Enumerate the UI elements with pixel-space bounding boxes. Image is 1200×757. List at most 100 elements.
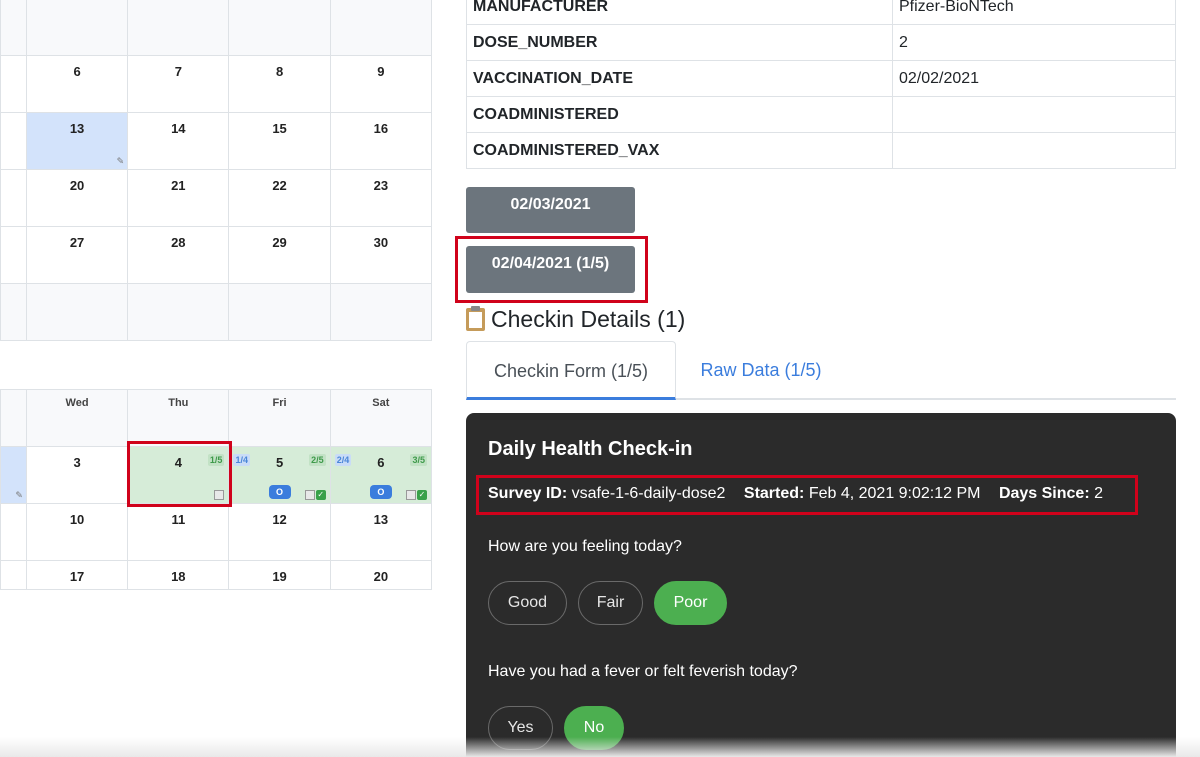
table-row: MANUFACTURER Pfizer-BioNTech [466, 0, 1176, 25]
day-number: 20 [69, 178, 85, 193]
tab-raw-data[interactable]: Raw Data (1/5) [676, 341, 846, 400]
day-number: 23 [373, 178, 389, 193]
weekday-label: Wed [65, 397, 89, 409]
started-label: Started: [743, 485, 805, 502]
event-pill[interactable]: O [369, 485, 392, 499]
day-number: 7 [174, 64, 182, 79]
weekday-label: Sat [372, 397, 390, 409]
calendar-day-cell[interactable] [127, 283, 230, 341]
checkin-count-badge: 3/5 [410, 454, 427, 466]
calendar-day-cell[interactable]: 11 [127, 503, 230, 561]
field-key: MANUFACTURER [466, 0, 893, 25]
calendar-day-cell[interactable]: 30 [329, 226, 433, 284]
notepad-icon [214, 490, 225, 500]
calendar-month-bottom: Wed Thu Fri Sat ✎ 3 4 1/5 1/4 5 2/5 O ✓ … [0, 389, 433, 590]
calendar-day-cell[interactable]: 22 [228, 169, 331, 227]
calendar-day-cell[interactable]: 7 [127, 55, 230, 113]
weekday-label: Fri [272, 397, 287, 409]
calendar-day-cell[interactable]: 21 [127, 169, 230, 227]
day-number: 12 [272, 512, 287, 527]
calendar-day-cell-selected[interactable]: 4 1/5 [127, 446, 230, 504]
question-feeling: How are you feeling today? [488, 538, 682, 555]
calendar-day-cell[interactable]: 19 [228, 560, 331, 590]
calendar-day-cell[interactable]: 3 [25, 446, 129, 504]
calendar-day-cell[interactable] [25, 283, 129, 341]
event-pill[interactable]: O [268, 485, 291, 499]
calendar-day-cell[interactable]: 20 [25, 169, 129, 227]
checkin-details-title: Checkin Details (1) [491, 306, 686, 332]
checkin-form-panel: Daily Health Check-in Survey ID: vsafe-1… [466, 413, 1176, 757]
survey-id-label: Survey ID: [488, 485, 568, 502]
day-icons: ✓ [304, 490, 326, 500]
form-title: Daily Health Check-in [488, 438, 693, 460]
option-good[interactable]: Good [488, 581, 567, 625]
calendar-day-cell[interactable] [329, 283, 433, 341]
calendar-day-cell[interactable] [228, 0, 331, 56]
date-button-active[interactable]: 02/04/2021 (1/5) [466, 246, 635, 293]
calendar-day-cell[interactable]: 17 [25, 560, 129, 590]
question-fever: Have you had a fever or felt feverish to… [488, 663, 798, 680]
calendar-day-cell[interactable]: 15 [228, 112, 331, 170]
calendar-week-row: 10 11 12 13 [0, 503, 433, 561]
calendar-week-row [0, 0, 433, 56]
calendar-day-cell[interactable]: 6 [25, 55, 129, 113]
day-icons [214, 490, 225, 500]
checkin-details-heading: Checkin Details (1) [466, 306, 685, 333]
option-poor-selected[interactable]: Poor [654, 581, 727, 625]
calendar-day-cell[interactable]: 2/4 6 3/5 O ✓ [329, 446, 433, 504]
days-since-label: Days Since: [998, 485, 1090, 502]
day-number: 9 [377, 64, 385, 79]
notepad-icon [406, 490, 416, 500]
field-value: Pfizer-BioNTech [892, 0, 1176, 25]
day-number: 6 [73, 64, 81, 79]
checkin-count-badge: 1/5 [207, 454, 225, 466]
pencil-icon: ✎ [15, 490, 23, 500]
calendar-day-cell[interactable]: 14 [127, 112, 230, 170]
option-fair[interactable]: Fair [578, 581, 643, 625]
calendar-week-row: 13 ✎ 14 15 16 [0, 112, 433, 170]
day-number: 14 [171, 121, 186, 136]
day-number: 15 [272, 121, 287, 136]
calendar-day-cell[interactable]: 18 [127, 560, 230, 590]
field-value: 02/02/2021 [892, 60, 1176, 97]
calendar-week-row [0, 283, 433, 341]
calendar-day-cell[interactable] [127, 0, 230, 56]
calendar-day-cell[interactable] [228, 283, 331, 341]
tab-checkin-form[interactable]: Checkin Form (1/5) [466, 341, 676, 400]
calendar-day-cell[interactable]: 12 [228, 503, 331, 561]
calendar-day-cell[interactable]: 13 [329, 503, 433, 561]
day-number: 28 [171, 235, 186, 250]
calendar-day-cell[interactable]: 20 [329, 560, 433, 590]
field-value [892, 96, 1176, 133]
bottom-edge [0, 737, 1200, 757]
day-number: 16 [373, 121, 389, 136]
day-number: 29 [272, 235, 287, 250]
calendar-day-cell[interactable] [25, 0, 129, 56]
calendar-day-cell[interactable]: 1/4 5 2/5 O ✓ [228, 446, 331, 504]
weekday-label: Thu [168, 397, 189, 409]
table-row: VACCINATION_DATE 02/02/2021 [466, 60, 1176, 97]
calendar-day-cell[interactable]: 28 [127, 226, 230, 284]
field-key: DOSE_NUMBER [466, 24, 893, 61]
day-number: 13 [373, 512, 389, 527]
calendar-weekday-header: Wed Thu Fri Sat [0, 389, 433, 447]
day-number: 3 [73, 455, 81, 470]
survey-id-value: vsafe-1-6-daily-dose2 [571, 485, 726, 502]
calendar-day-cell[interactable]: ✎ [0, 446, 27, 504]
day-icons: ✓ [406, 490, 427, 500]
calendar-day-cell-today[interactable]: 13 ✎ [25, 112, 129, 170]
table-row: COADMINISTERED [466, 96, 1176, 133]
calendar-day-cell[interactable]: 27 [25, 226, 129, 284]
notepad-icon [304, 490, 315, 500]
days-since-value: 2 [1094, 485, 1104, 502]
calendar-day-cell[interactable] [329, 0, 433, 56]
calendar-day-cell[interactable]: 16 [329, 112, 433, 170]
calendar-day-cell[interactable]: 29 [228, 226, 331, 284]
calendar-day-cell[interactable]: 23 [329, 169, 433, 227]
day-number: 22 [272, 178, 287, 193]
calendar-day-cell[interactable]: 8 [228, 55, 331, 113]
calendar-day-cell[interactable]: 10 [25, 503, 129, 561]
pencil-icon: ✎ [116, 156, 125, 166]
calendar-day-cell[interactable]: 9 [329, 55, 433, 113]
date-button[interactable]: 02/03/2021 [466, 187, 635, 233]
